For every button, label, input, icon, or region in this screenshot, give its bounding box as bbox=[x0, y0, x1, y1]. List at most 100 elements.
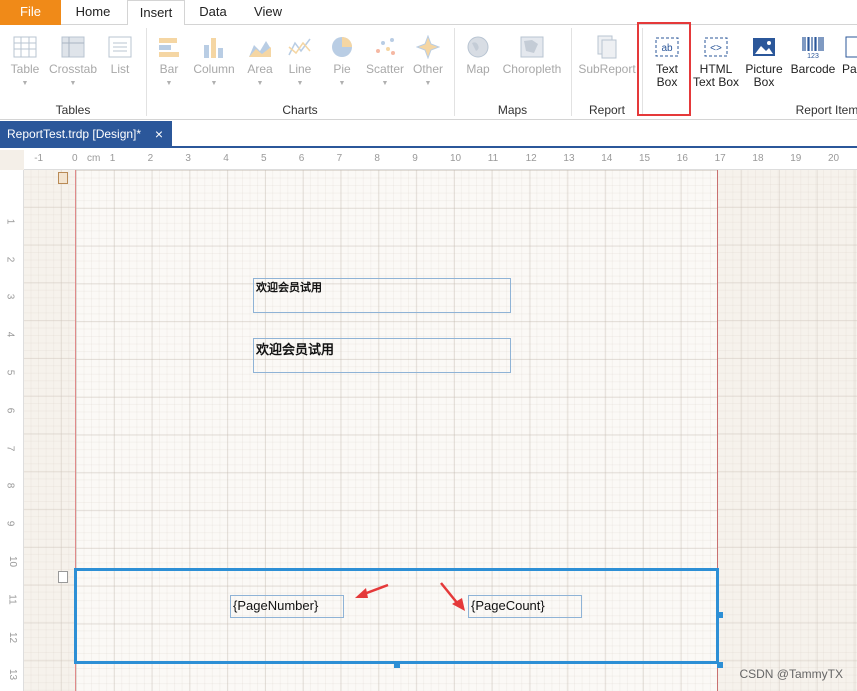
ribbon: Table ▼ Crosstab ▼ List Tables Bar ▼ Column… bbox=[0, 25, 857, 120]
ruler-tick-label: 10 bbox=[450, 153, 462, 164]
ruler-tick-label: 7 bbox=[336, 153, 343, 164]
picture-box-button[interactable]: Picture Box bbox=[743, 29, 785, 89]
scatter-chart-button[interactable]: Scatter ▼ bbox=[364, 29, 406, 90]
page-footer-section[interactable] bbox=[74, 568, 719, 664]
bar-chart-button[interactable]: Bar ▼ bbox=[152, 29, 186, 90]
ruler-tick-label: 5 bbox=[261, 153, 267, 164]
line-chart-icon bbox=[288, 35, 312, 59]
table-button[interactable]: Table ▼ bbox=[5, 29, 45, 90]
group-charts-label: Charts bbox=[282, 103, 318, 117]
group-tables-label: Tables bbox=[55, 103, 91, 117]
ruler-tick-label: 13 bbox=[563, 153, 575, 164]
resize-handle-right[interactable] bbox=[717, 612, 723, 618]
subreport-button[interactable]: SubReport bbox=[576, 29, 638, 76]
tab-insert[interactable]: Insert bbox=[127, 0, 185, 26]
list-label: List bbox=[110, 62, 130, 76]
ruler-tick-label: 5 bbox=[4, 369, 16, 376]
choropleth-icon bbox=[520, 35, 544, 59]
scatter-chart-icon bbox=[373, 35, 397, 59]
other-chart-icon bbox=[415, 34, 441, 60]
ruler-tick-label: 18 bbox=[752, 153, 764, 164]
ruler-tick-label: 1 bbox=[109, 153, 116, 164]
ruler-tick-label: 17 bbox=[714, 153, 726, 164]
map-button[interactable]: Map bbox=[460, 29, 496, 76]
ruler-unit-label: cm bbox=[87, 153, 101, 164]
column-label: Column bbox=[193, 62, 235, 76]
tab-view[interactable]: View bbox=[240, 0, 296, 25]
ruler-tick-label: 15 bbox=[639, 153, 651, 164]
page-item-label: Pa bbox=[842, 62, 857, 76]
horizontal-ruler: -1 0 1 2 3 4 5 6 7 8 9 10 11 12 13 14 15 16 17 18 19 20 cm bbox=[24, 150, 857, 170]
scatter-label: Scatter bbox=[365, 62, 404, 76]
column-chart-button[interactable]: Column ▼ bbox=[192, 29, 236, 90]
column-chart-icon bbox=[202, 35, 226, 59]
subreport-icon bbox=[595, 35, 619, 59]
ruler-tick-label: 11 bbox=[487, 153, 499, 164]
group-report-label: Report bbox=[588, 103, 626, 117]
barcode-icon: 123 bbox=[801, 35, 825, 60]
list-button[interactable]: List bbox=[102, 29, 138, 76]
pie-chart-icon bbox=[330, 35, 354, 59]
crosstab-button[interactable]: Crosstab ▼ bbox=[48, 29, 98, 90]
ruler-tick-label: 3 bbox=[185, 153, 191, 164]
html-text-box-label-line2: Text Box bbox=[692, 75, 740, 89]
page-icon bbox=[844, 35, 857, 59]
html-text-box-label-line1: HTML bbox=[699, 62, 733, 76]
red-arrow-icon bbox=[440, 582, 465, 611]
ruler-tick-label: 0 bbox=[72, 153, 78, 164]
ruler-tick-label: 1 bbox=[4, 218, 16, 225]
resize-handle-corner[interactable] bbox=[717, 662, 723, 668]
subreport-label: SubReport bbox=[578, 62, 636, 76]
ruler-tick-label: 14 bbox=[601, 153, 613, 164]
area-chart-button[interactable]: Area ▼ bbox=[243, 29, 277, 90]
detail-section-icon bbox=[58, 172, 68, 184]
html-text-box-button[interactable]: <> HTML Text Box bbox=[692, 29, 740, 89]
ruler-tick-label: 12 bbox=[7, 631, 19, 643]
page-count-textbox[interactable]: {PageCount} bbox=[468, 595, 582, 618]
ruler-tick-label: 12 bbox=[525, 153, 537, 164]
ruler-tick-label: 6 bbox=[298, 153, 305, 164]
other-chart-button[interactable]: Other ▼ bbox=[410, 29, 446, 90]
line-chart-button[interactable]: Line ▼ bbox=[284, 29, 316, 90]
globe-icon bbox=[466, 35, 490, 59]
choropleth-label: Choropleth bbox=[502, 62, 562, 76]
ruler-tick-label: 6 bbox=[4, 407, 16, 414]
document-tab-title: ReportTest.trdp [Design]* bbox=[7, 127, 142, 141]
vertical-ruler: 1 2 3 4 5 6 7 8 9 10 11 12 13 bbox=[0, 170, 24, 691]
tab-file[interactable]: File bbox=[0, 0, 61, 25]
other-label: Other bbox=[412, 62, 443, 76]
document-tab-strip: ReportTest.trdp [Design]* × bbox=[0, 121, 857, 148]
choropleth-button[interactable]: Choropleth bbox=[500, 29, 564, 76]
tab-home[interactable]: Home bbox=[61, 0, 125, 25]
ruler-tick-label: 20 bbox=[828, 153, 840, 164]
resize-handle-bottom[interactable] bbox=[394, 662, 400, 668]
picture-icon bbox=[752, 35, 776, 59]
welcome-textbox-1[interactable]: 欢迎会员试用 bbox=[253, 278, 511, 313]
barcode-label: Barcode bbox=[790, 62, 836, 76]
line-label: Line bbox=[288, 62, 312, 76]
ruler-tick-label: 4 bbox=[223, 153, 229, 164]
ruler-tick-label: 11 bbox=[6, 594, 18, 605]
ruler-tick-label: 4 bbox=[4, 331, 16, 338]
ruler-tick-label: 8 bbox=[4, 483, 16, 489]
close-icon[interactable]: × bbox=[155, 121, 163, 148]
svg-text:<>: <> bbox=[710, 43, 722, 54]
tab-data[interactable]: Data bbox=[186, 0, 240, 25]
document-tab[interactable]: ReportTest.trdp [Design]* × bbox=[0, 121, 172, 148]
area-label: Area bbox=[247, 62, 273, 76]
bar-label: Bar bbox=[159, 62, 179, 76]
red-arrow-icon bbox=[355, 583, 389, 598]
ruler-tick-label: 2 bbox=[147, 153, 154, 164]
crosstab-icon bbox=[61, 35, 85, 59]
page-number-textbox[interactable]: {PageNumber} bbox=[230, 595, 344, 618]
ruler-tick-label: 7 bbox=[4, 445, 16, 451]
ruler-tick-label: 9 bbox=[412, 153, 418, 164]
html-text-box-icon: <> bbox=[704, 35, 728, 59]
welcome-textbox-2[interactable]: 欢迎会员试用 bbox=[253, 338, 511, 373]
ribbon-tabbar: File Home Insert Data View bbox=[0, 0, 857, 26]
page-item-button[interactable]: Pa bbox=[842, 29, 857, 76]
pie-chart-button[interactable]: Pie ▼ bbox=[326, 29, 358, 90]
picture-box-label-line2: Box bbox=[753, 75, 775, 89]
barcode-button[interactable]: 123 Barcode bbox=[790, 29, 836, 76]
svg-text:123: 123 bbox=[807, 53, 819, 59]
